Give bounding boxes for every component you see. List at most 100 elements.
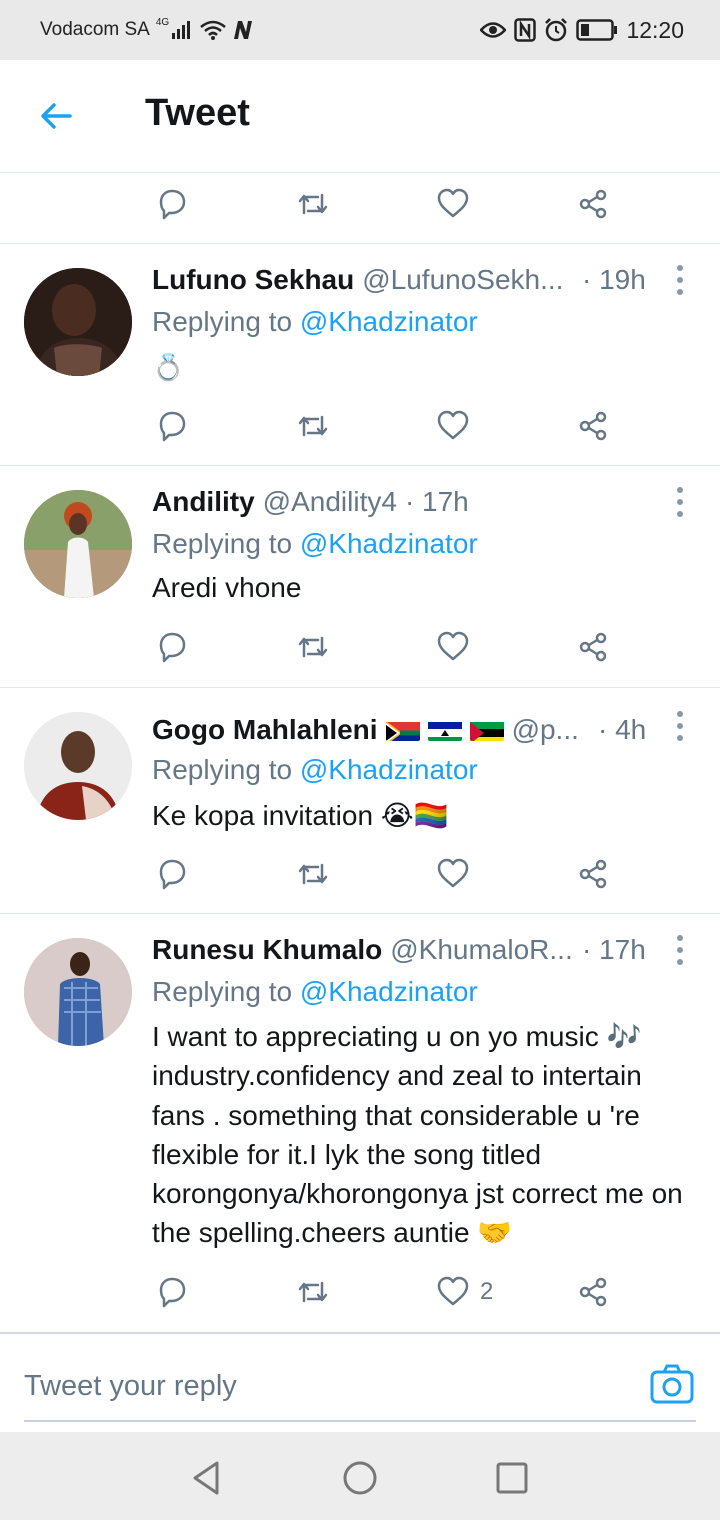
replying-to: Replying to @Khadzinator (152, 306, 478, 337)
share-icon (579, 859, 607, 889)
more-options-icon[interactable] (670, 930, 690, 970)
heart-icon (437, 410, 469, 440)
retweet-button[interactable] (296, 184, 336, 224)
status-bar: Vodacom SA 4G 12:20 (0, 0, 720, 60)
share-icon (579, 189, 607, 219)
tweet-time: · 19h (582, 264, 646, 295)
reply-icon (159, 411, 186, 442)
retweet-icon (298, 193, 328, 215)
author-name[interactable]: Andility (152, 486, 255, 518)
share-button[interactable] (577, 854, 617, 894)
tweet-actions (0, 394, 720, 458)
input-underline (24, 1420, 696, 1422)
like-button[interactable] (436, 854, 476, 894)
avatar[interactable] (24, 712, 132, 820)
like-button[interactable] (436, 627, 476, 667)
eye-icon (480, 22, 507, 38)
mention-link[interactable]: @Khadzinator (300, 976, 478, 1007)
author-handle[interactable]: @LufunoSekh... (362, 264, 563, 296)
like-button[interactable]: 2 (436, 1272, 516, 1312)
network-type: 4G (155, 16, 170, 28)
reply-icon (159, 859, 186, 890)
like-button[interactable] (436, 406, 476, 446)
battery-icon (576, 19, 618, 41)
n-icon (234, 21, 253, 39)
tweet-text: I want to appreciating u on yo music 🎶 i… (152, 1021, 683, 1249)
tweet-text: 💍 (152, 352, 185, 382)
retweet-button[interactable] (296, 1272, 336, 1312)
carrier-name: Vodacom SA (40, 19, 150, 40)
avatar-image (24, 938, 132, 1046)
retweet-icon (298, 415, 328, 437)
like-button[interactable] (436, 184, 476, 224)
reply-input[interactable]: Tweet your reply (24, 1370, 237, 1403)
south-africa-flag-icon (385, 719, 420, 741)
avatar-image (24, 490, 132, 598)
heart-icon (437, 858, 469, 888)
home-circle-icon[interactable] (340, 1458, 380, 1498)
reply-button[interactable] (155, 854, 195, 894)
more-options-icon[interactable] (670, 260, 690, 300)
author-name[interactable]: Gogo Mahlahleni (152, 714, 378, 746)
share-button[interactable] (577, 406, 617, 446)
back-triangle-icon[interactable] (186, 1458, 226, 1498)
system-nav-bar (0, 1432, 720, 1520)
avatar[interactable] (24, 490, 132, 598)
mention-link[interactable]: @Khadzinator (300, 754, 478, 785)
page-title: Tweet (145, 92, 250, 134)
reply-tweet[interactable]: Lufuno Sekhau @LufunoSekh... · 19h Reply… (0, 244, 720, 465)
more-options-icon[interactable] (670, 482, 690, 522)
replying-to: Replying to @Khadzinator (152, 528, 478, 559)
reply-button[interactable] (155, 184, 195, 224)
retweet-icon (298, 863, 328, 885)
tweet-time: · 17h (404, 486, 469, 517)
author-handle[interactable]: @Andility4 (263, 486, 397, 518)
share-button[interactable] (577, 1272, 617, 1312)
heart-icon (437, 1276, 469, 1306)
replying-to: Replying to @Khadzinator (152, 754, 478, 785)
author-handle[interactable]: @KhumaloR... (390, 934, 573, 966)
retweet-button[interactable] (296, 854, 336, 894)
avatar[interactable] (24, 268, 132, 376)
retweet-icon (298, 1281, 328, 1303)
author-handle[interactable]: @p... (512, 714, 579, 746)
reply-icon (159, 1277, 186, 1308)
mention-link[interactable]: @Khadzinator (300, 528, 478, 559)
share-icon (579, 411, 607, 441)
recents-square-icon[interactable] (492, 1458, 532, 1498)
avatar-image (24, 268, 132, 376)
more-options-icon[interactable] (670, 706, 690, 746)
camera-icon[interactable] (650, 1364, 694, 1404)
reply-tweet[interactable]: Andility @Andility4 · 17h Replying to @K… (0, 466, 720, 687)
heart-icon (437, 631, 469, 661)
retweet-icon (298, 636, 328, 658)
reply-button[interactable] (155, 1272, 195, 1312)
tweet-actions: 2 (0, 1260, 720, 1324)
avatar[interactable] (24, 938, 132, 1046)
share-button[interactable] (577, 184, 617, 224)
reply-tweet[interactable]: Gogo Mahlahleni @p... · 4h Replying to @… (0, 688, 720, 913)
reply-tweet[interactable]: Runesu Khumalo @KhumaloR... · 17h Replyi… (0, 914, 720, 1332)
replying-to: Replying to @Khadzinator (152, 976, 478, 1007)
author-name[interactable]: Runesu Khumalo (152, 934, 382, 966)
reply-icon (159, 632, 186, 663)
author-name[interactable]: Lufuno Sekhau (152, 264, 354, 296)
reply-button[interactable] (155, 627, 195, 667)
share-icon (579, 1277, 607, 1307)
tweet-actions (0, 172, 720, 236)
avatar-image (24, 712, 132, 820)
reply-composer: Tweet your reply (0, 1332, 720, 1434)
tweet-text: Ke kopa invitation 😭🏳️‍🌈 (152, 800, 449, 831)
reply-button[interactable] (155, 406, 195, 446)
share-button[interactable] (577, 627, 617, 667)
alarm-icon (545, 18, 568, 42)
mozambique-flag-icon (469, 719, 504, 741)
lesotho-flag-icon (427, 719, 462, 741)
mention-link[interactable]: @Khadzinator (300, 306, 478, 337)
retweet-button[interactable] (296, 627, 336, 667)
arrow-left-icon[interactable] (36, 96, 76, 136)
wifi-icon (200, 20, 226, 40)
retweet-button[interactable] (296, 406, 336, 446)
tweet-time: · 17h (582, 934, 646, 965)
like-count: 2 (480, 1278, 494, 1305)
